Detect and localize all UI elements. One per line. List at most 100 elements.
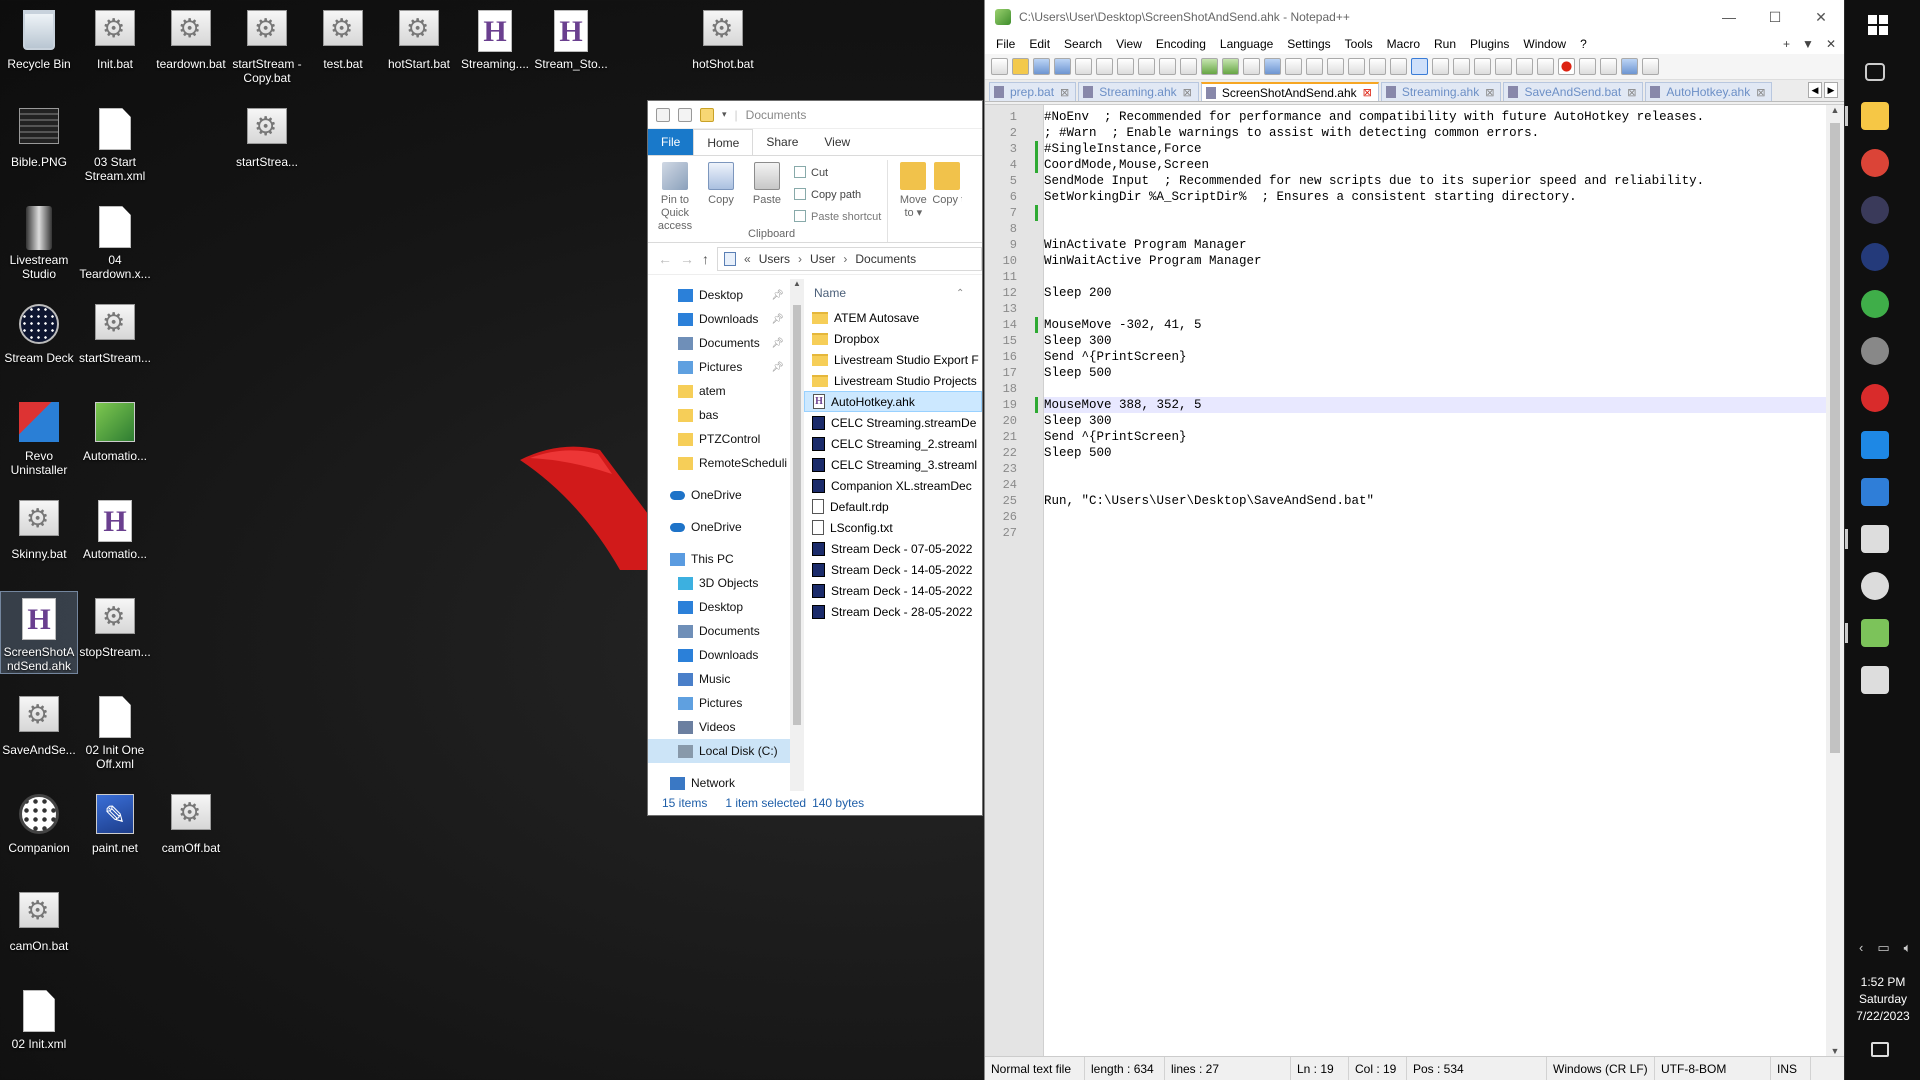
desktop-icon-18[interactable]: Skinny.bat [1,494,77,561]
zoom-in-icon[interactable] [1285,58,1302,75]
doc-tab-3[interactable]: Streaming.ahk ⊠ [1380,82,1502,101]
doc-tab-1[interactable]: Streaming.ahk ⊠ [1078,82,1199,101]
nav-item-9[interactable]: OneDrive [648,515,804,539]
notepad-plus-plus-window[interactable]: C:\Users\User\Desktop\ScreenShotAndSend.… [984,0,1844,1080]
desktop-icon-28[interactable]: 02 Init.xml [1,984,77,1051]
undo-icon[interactable] [1201,58,1218,75]
code-line[interactable]: 25 Run, "C:\Users\User\Desktop\SaveAndSen… [1003,493,1826,509]
file-row[interactable]: Default.rdp [804,496,982,517]
desktop-icon-17[interactable]: Automatio... [77,396,153,463]
column-header-name[interactable]: Name ⌃ [804,279,982,307]
breadcrumb[interactable]: « Users › User › Documents [717,246,982,271]
file-explorer-icon[interactable] [1845,102,1889,130]
close-file-icon[interactable] [1075,58,1092,75]
tab-close-icon[interactable]: ⊠ [1060,86,1069,99]
file-explorer-window[interactable]: ▾ | Documents File Home Share View Pin t… [647,100,983,816]
nav-scrollbar[interactable]: ▲ [790,279,804,791]
indent-guide-icon[interactable] [1411,58,1428,75]
zoom-out-icon[interactable] [1306,58,1323,75]
desktop-icon-27[interactable]: camOn.bat [1,886,77,953]
nav-item-12[interactable]: Desktop [648,595,804,619]
desktop-icon-8[interactable]: hotShot.bat [685,4,761,71]
copy-icon[interactable] [1159,58,1176,75]
save-all-icon[interactable] [1054,58,1071,75]
task-view-icon[interactable] [1865,63,1885,81]
desktop-icon-10[interactable]: 03 Start Stream.xml [77,102,153,183]
desktop-icon-12[interactable]: Livestream Studio [1,200,77,281]
file-row[interactable]: Stream Deck - 28-05-2022 [804,601,982,622]
word-wrap-icon[interactable] [1369,58,1386,75]
code-line[interactable]: 12 Sleep 200 [1003,285,1826,301]
menu-edit[interactable]: Edit [1022,37,1057,51]
nav-item-1[interactable]: Downloads 📌︎ [648,307,804,331]
tab-close-icon[interactable]: ⊠ [1627,86,1636,99]
tab-scroll-left-icon[interactable]: ◀ [1808,82,1822,98]
code-line[interactable]: 16 Send ^{PrintScreen} [1003,349,1826,365]
minimize-icon[interactable]: — [1706,9,1752,26]
desktop-icon-1[interactable]: Init.bat [77,4,153,71]
status-eol[interactable]: Windows (CR LF) [1547,1057,1655,1080]
maximize-icon[interactable]: ☐ [1752,9,1798,26]
desktop-icon-19[interactable]: H Automatio... [77,494,153,561]
nav-item-17[interactable]: Videos [648,715,804,739]
tab-home[interactable]: Home [693,129,754,155]
navigation-pane[interactable]: Desktop 📌︎ Downloads 📌︎ Documents 📌︎ Pictures 📌… [648,279,804,791]
nav-item-3[interactable]: Pictures 📌︎ [648,355,804,379]
tab-list-icon[interactable]: ▼ [1802,37,1814,51]
new-folder-icon[interactable] [700,107,714,122]
code-line[interactable]: 17 Sleep 500 [1003,365,1826,381]
folder-workspace-icon[interactable] [1495,58,1512,75]
nav-item-0[interactable]: Desktop 📌︎ [648,283,804,307]
code-editor[interactable]: 1 #NoEnv ; Recommended for performance an… [985,104,1844,1056]
clock-app-icon[interactable] [1861,572,1889,600]
code-line[interactable]: 1 #NoEnv ; Recommended for performance an… [1010,109,1826,125]
menu-tools[interactable]: Tools [1338,37,1380,51]
vscode-icon[interactable] [1861,431,1889,459]
menu-view[interactable]: View [1109,37,1149,51]
play-macro-icon[interactable] [1600,58,1617,75]
show-all-chars-icon[interactable] [1390,58,1407,75]
desktop-icon-16[interactable]: Revo Uninstaller [1,396,77,477]
code-line[interactable]: 19 MouseMove 388, 352, 5 [1003,397,1826,413]
file-row[interactable]: Dropbox [804,328,982,349]
tab-file[interactable]: File [648,129,694,155]
nav-item-6[interactable]: PTZControl [648,427,804,451]
nav-item-15[interactable]: Music [648,667,804,691]
menu-search[interactable]: Search [1057,37,1109,51]
code-line[interactable]: 9 WinActivate Program Manager [1010,237,1826,253]
monitoring-icon[interactable] [1516,58,1533,75]
desktop-icon-20[interactable]: H ScreenShotAndSend.ahk [0,591,78,674]
save-icon[interactable] [1033,58,1050,75]
redo-icon[interactable] [1222,58,1239,75]
windows-start-icon[interactable] [1861,8,1889,36]
scroll-down-icon[interactable]: ▼ [1826,1046,1844,1056]
menu-macro[interactable]: Macro [1380,37,1427,51]
open-file-icon[interactable] [1012,58,1029,75]
sync-horizontal-icon[interactable] [1348,58,1365,75]
up-arrow-icon[interactable]: ↑ [702,251,709,267]
desktop-icon-5[interactable]: hotStart.bat [381,4,457,71]
file-row[interactable]: LSconfig.txt [804,517,982,538]
code-line[interactable]: 22 Sleep 500 [1003,445,1826,461]
nav-item-7[interactable]: RemoteScheduli [648,451,804,475]
print-icon[interactable] [1117,58,1134,75]
volume-icon[interactable]: 🔈︎ [1904,940,1912,956]
copy-path-button[interactable]: Copy path [790,184,881,206]
desktop-icon-3[interactable]: startStream - Copy.bat [229,4,305,85]
save-macro-icon[interactable] [1642,58,1659,75]
tab-close-icon[interactable]: ⊠ [1183,86,1192,99]
doc-tab-2[interactable]: ScreenShotAndSend.ahk ⊠ [1200,82,1379,101]
copy-button[interactable]: Copy [698,160,744,242]
file-row[interactable]: CELC Streaming_3.streaml [804,454,982,475]
tab-close-icon[interactable]: ⊠ [1756,86,1765,99]
code-line[interactable]: 2 ; #Warn ; Enable warnings to assist wit… [1010,125,1826,141]
breadcrumb-overflow-icon[interactable]: « [744,252,751,266]
desktop-icon-21[interactable]: stopStream... [77,592,153,659]
file-list-pane[interactable]: Name ⌃ ATEM Autosave Dropbox Livestream St… [804,279,982,791]
tab-close-icon[interactable]: ⊠ [1485,86,1494,99]
file-row[interactable]: Livestream Studio Projects [804,370,982,391]
network-tray-icon[interactable]: ▭ [1877,940,1889,956]
close-all-icon[interactable] [1096,58,1113,75]
code-line[interactable]: 6 SetWorkingDir %A_ScriptDir% ; Ensures a… [1010,189,1826,205]
find-icon[interactable] [1243,58,1260,75]
